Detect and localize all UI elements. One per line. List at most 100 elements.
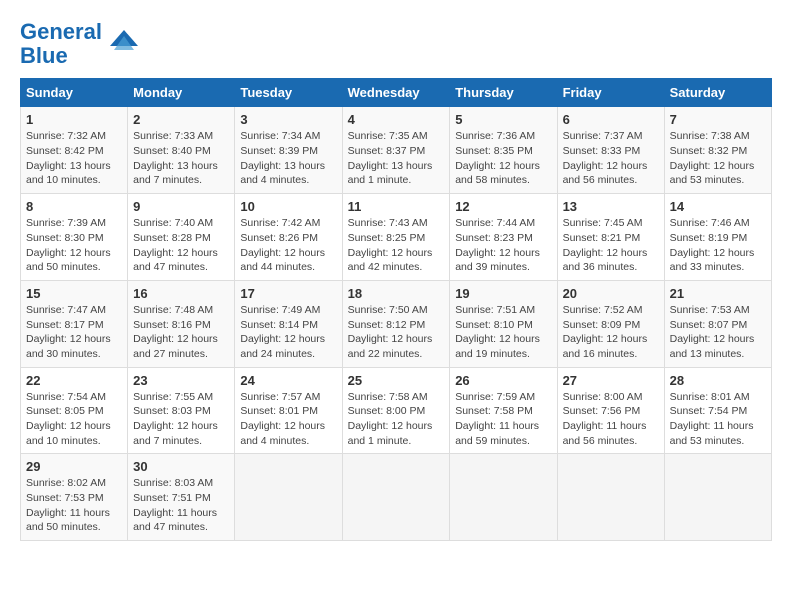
calendar-cell: 19 Sunrise: 7:51 AMSunset: 8:10 PMDaylig… <box>450 280 557 367</box>
calendar-cell: 28 Sunrise: 8:01 AMSunset: 7:54 PMDaylig… <box>664 367 771 454</box>
day-number: 25 <box>348 373 445 388</box>
day-number: 6 <box>563 112 659 127</box>
day-info: Sunrise: 7:58 AMSunset: 8:00 PMDaylight:… <box>348 390 445 449</box>
day-info: Sunrise: 7:59 AMSunset: 7:58 PMDaylight:… <box>455 390 551 449</box>
day-info: Sunrise: 8:01 AMSunset: 7:54 PMDaylight:… <box>670 390 766 449</box>
day-info: Sunrise: 8:03 AMSunset: 7:51 PMDaylight:… <box>133 476 229 535</box>
calendar-cell: 4 Sunrise: 7:35 AMSunset: 8:37 PMDayligh… <box>342 107 450 194</box>
calendar-cell: 12 Sunrise: 7:44 AMSunset: 8:23 PMDaylig… <box>450 194 557 281</box>
calendar-table: SundayMondayTuesdayWednesdayThursdayFrid… <box>20 78 772 541</box>
calendar-week-2: 8 Sunrise: 7:39 AMSunset: 8:30 PMDayligh… <box>21 194 772 281</box>
logo: GeneralBlue <box>20 20 142 68</box>
calendar-cell: 14 Sunrise: 7:46 AMSunset: 8:19 PMDaylig… <box>664 194 771 281</box>
day-number: 20 <box>563 286 659 301</box>
calendar-cell: 7 Sunrise: 7:38 AMSunset: 8:32 PMDayligh… <box>664 107 771 194</box>
day-number: 5 <box>455 112 551 127</box>
day-info: Sunrise: 7:46 AMSunset: 8:19 PMDaylight:… <box>670 216 766 275</box>
day-info: Sunrise: 7:54 AMSunset: 8:05 PMDaylight:… <box>26 390 122 449</box>
day-info: Sunrise: 7:33 AMSunset: 8:40 PMDaylight:… <box>133 129 229 188</box>
calendar-cell: 13 Sunrise: 7:45 AMSunset: 8:21 PMDaylig… <box>557 194 664 281</box>
day-number: 7 <box>670 112 766 127</box>
col-header-monday: Monday <box>128 79 235 107</box>
calendar-cell <box>450 454 557 541</box>
day-info: Sunrise: 7:37 AMSunset: 8:33 PMDaylight:… <box>563 129 659 188</box>
day-number: 17 <box>240 286 336 301</box>
day-info: Sunrise: 7:52 AMSunset: 8:09 PMDaylight:… <box>563 303 659 362</box>
day-number: 27 <box>563 373 659 388</box>
calendar-cell: 20 Sunrise: 7:52 AMSunset: 8:09 PMDaylig… <box>557 280 664 367</box>
day-info: Sunrise: 7:47 AMSunset: 8:17 PMDaylight:… <box>26 303 122 362</box>
day-info: Sunrise: 7:53 AMSunset: 8:07 PMDaylight:… <box>670 303 766 362</box>
day-info: Sunrise: 7:48 AMSunset: 8:16 PMDaylight:… <box>133 303 229 362</box>
day-info: Sunrise: 7:39 AMSunset: 8:30 PMDaylight:… <box>26 216 122 275</box>
day-info: Sunrise: 8:00 AMSunset: 7:56 PMDaylight:… <box>563 390 659 449</box>
day-number: 13 <box>563 199 659 214</box>
day-number: 28 <box>670 373 766 388</box>
calendar-week-5: 29 Sunrise: 8:02 AMSunset: 7:53 PMDaylig… <box>21 454 772 541</box>
calendar-cell: 21 Sunrise: 7:53 AMSunset: 8:07 PMDaylig… <box>664 280 771 367</box>
calendar-cell <box>664 454 771 541</box>
day-info: Sunrise: 7:40 AMSunset: 8:28 PMDaylight:… <box>133 216 229 275</box>
day-info: Sunrise: 7:38 AMSunset: 8:32 PMDaylight:… <box>670 129 766 188</box>
calendar-cell: 6 Sunrise: 7:37 AMSunset: 8:33 PMDayligh… <box>557 107 664 194</box>
day-number: 24 <box>240 373 336 388</box>
calendar-header-row: SundayMondayTuesdayWednesdayThursdayFrid… <box>21 79 772 107</box>
day-number: 11 <box>348 199 445 214</box>
day-info: Sunrise: 7:36 AMSunset: 8:35 PMDaylight:… <box>455 129 551 188</box>
day-info: Sunrise: 7:45 AMSunset: 8:21 PMDaylight:… <box>563 216 659 275</box>
calendar-week-1: 1 Sunrise: 7:32 AMSunset: 8:42 PMDayligh… <box>21 107 772 194</box>
day-number: 21 <box>670 286 766 301</box>
day-info: Sunrise: 7:44 AMSunset: 8:23 PMDaylight:… <box>455 216 551 275</box>
day-info: Sunrise: 8:02 AMSunset: 7:53 PMDaylight:… <box>26 476 122 535</box>
day-info: Sunrise: 7:32 AMSunset: 8:42 PMDaylight:… <box>26 129 122 188</box>
day-info: Sunrise: 7:34 AMSunset: 8:39 PMDaylight:… <box>240 129 336 188</box>
calendar-cell: 25 Sunrise: 7:58 AMSunset: 8:00 PMDaylig… <box>342 367 450 454</box>
calendar-cell: 18 Sunrise: 7:50 AMSunset: 8:12 PMDaylig… <box>342 280 450 367</box>
day-number: 12 <box>455 199 551 214</box>
calendar-cell: 16 Sunrise: 7:48 AMSunset: 8:16 PMDaylig… <box>128 280 235 367</box>
calendar-cell: 2 Sunrise: 7:33 AMSunset: 8:40 PMDayligh… <box>128 107 235 194</box>
day-info: Sunrise: 7:35 AMSunset: 8:37 PMDaylight:… <box>348 129 445 188</box>
calendar-cell: 22 Sunrise: 7:54 AMSunset: 8:05 PMDaylig… <box>21 367 128 454</box>
logo-text: GeneralBlue <box>20 20 102 68</box>
day-info: Sunrise: 7:55 AMSunset: 8:03 PMDaylight:… <box>133 390 229 449</box>
calendar-cell: 24 Sunrise: 7:57 AMSunset: 8:01 PMDaylig… <box>235 367 342 454</box>
col-header-wednesday: Wednesday <box>342 79 450 107</box>
calendar-cell: 29 Sunrise: 8:02 AMSunset: 7:53 PMDaylig… <box>21 454 128 541</box>
calendar-cell <box>342 454 450 541</box>
col-header-saturday: Saturday <box>664 79 771 107</box>
day-number: 16 <box>133 286 229 301</box>
calendar-cell: 3 Sunrise: 7:34 AMSunset: 8:39 PMDayligh… <box>235 107 342 194</box>
day-number: 10 <box>240 199 336 214</box>
day-number: 29 <box>26 459 122 474</box>
calendar-cell <box>235 454 342 541</box>
day-info: Sunrise: 7:50 AMSunset: 8:12 PMDaylight:… <box>348 303 445 362</box>
calendar-cell: 23 Sunrise: 7:55 AMSunset: 8:03 PMDaylig… <box>128 367 235 454</box>
calendar-week-4: 22 Sunrise: 7:54 AMSunset: 8:05 PMDaylig… <box>21 367 772 454</box>
col-header-tuesday: Tuesday <box>235 79 342 107</box>
day-info: Sunrise: 7:43 AMSunset: 8:25 PMDaylight:… <box>348 216 445 275</box>
calendar-week-3: 15 Sunrise: 7:47 AMSunset: 8:17 PMDaylig… <box>21 280 772 367</box>
calendar-cell: 1 Sunrise: 7:32 AMSunset: 8:42 PMDayligh… <box>21 107 128 194</box>
logo-icon <box>106 26 142 62</box>
col-header-sunday: Sunday <box>21 79 128 107</box>
calendar-cell: 5 Sunrise: 7:36 AMSunset: 8:35 PMDayligh… <box>450 107 557 194</box>
calendar-cell: 10 Sunrise: 7:42 AMSunset: 8:26 PMDaylig… <box>235 194 342 281</box>
calendar-cell <box>557 454 664 541</box>
day-number: 30 <box>133 459 229 474</box>
calendar-cell: 27 Sunrise: 8:00 AMSunset: 7:56 PMDaylig… <box>557 367 664 454</box>
day-info: Sunrise: 7:49 AMSunset: 8:14 PMDaylight:… <box>240 303 336 362</box>
day-info: Sunrise: 7:42 AMSunset: 8:26 PMDaylight:… <box>240 216 336 275</box>
day-number: 26 <box>455 373 551 388</box>
day-number: 22 <box>26 373 122 388</box>
calendar-cell: 8 Sunrise: 7:39 AMSunset: 8:30 PMDayligh… <box>21 194 128 281</box>
col-header-friday: Friday <box>557 79 664 107</box>
day-number: 8 <box>26 199 122 214</box>
day-number: 19 <box>455 286 551 301</box>
day-number: 18 <box>348 286 445 301</box>
calendar-cell: 11 Sunrise: 7:43 AMSunset: 8:25 PMDaylig… <box>342 194 450 281</box>
day-number: 14 <box>670 199 766 214</box>
day-info: Sunrise: 7:51 AMSunset: 8:10 PMDaylight:… <box>455 303 551 362</box>
day-number: 9 <box>133 199 229 214</box>
day-number: 15 <box>26 286 122 301</box>
